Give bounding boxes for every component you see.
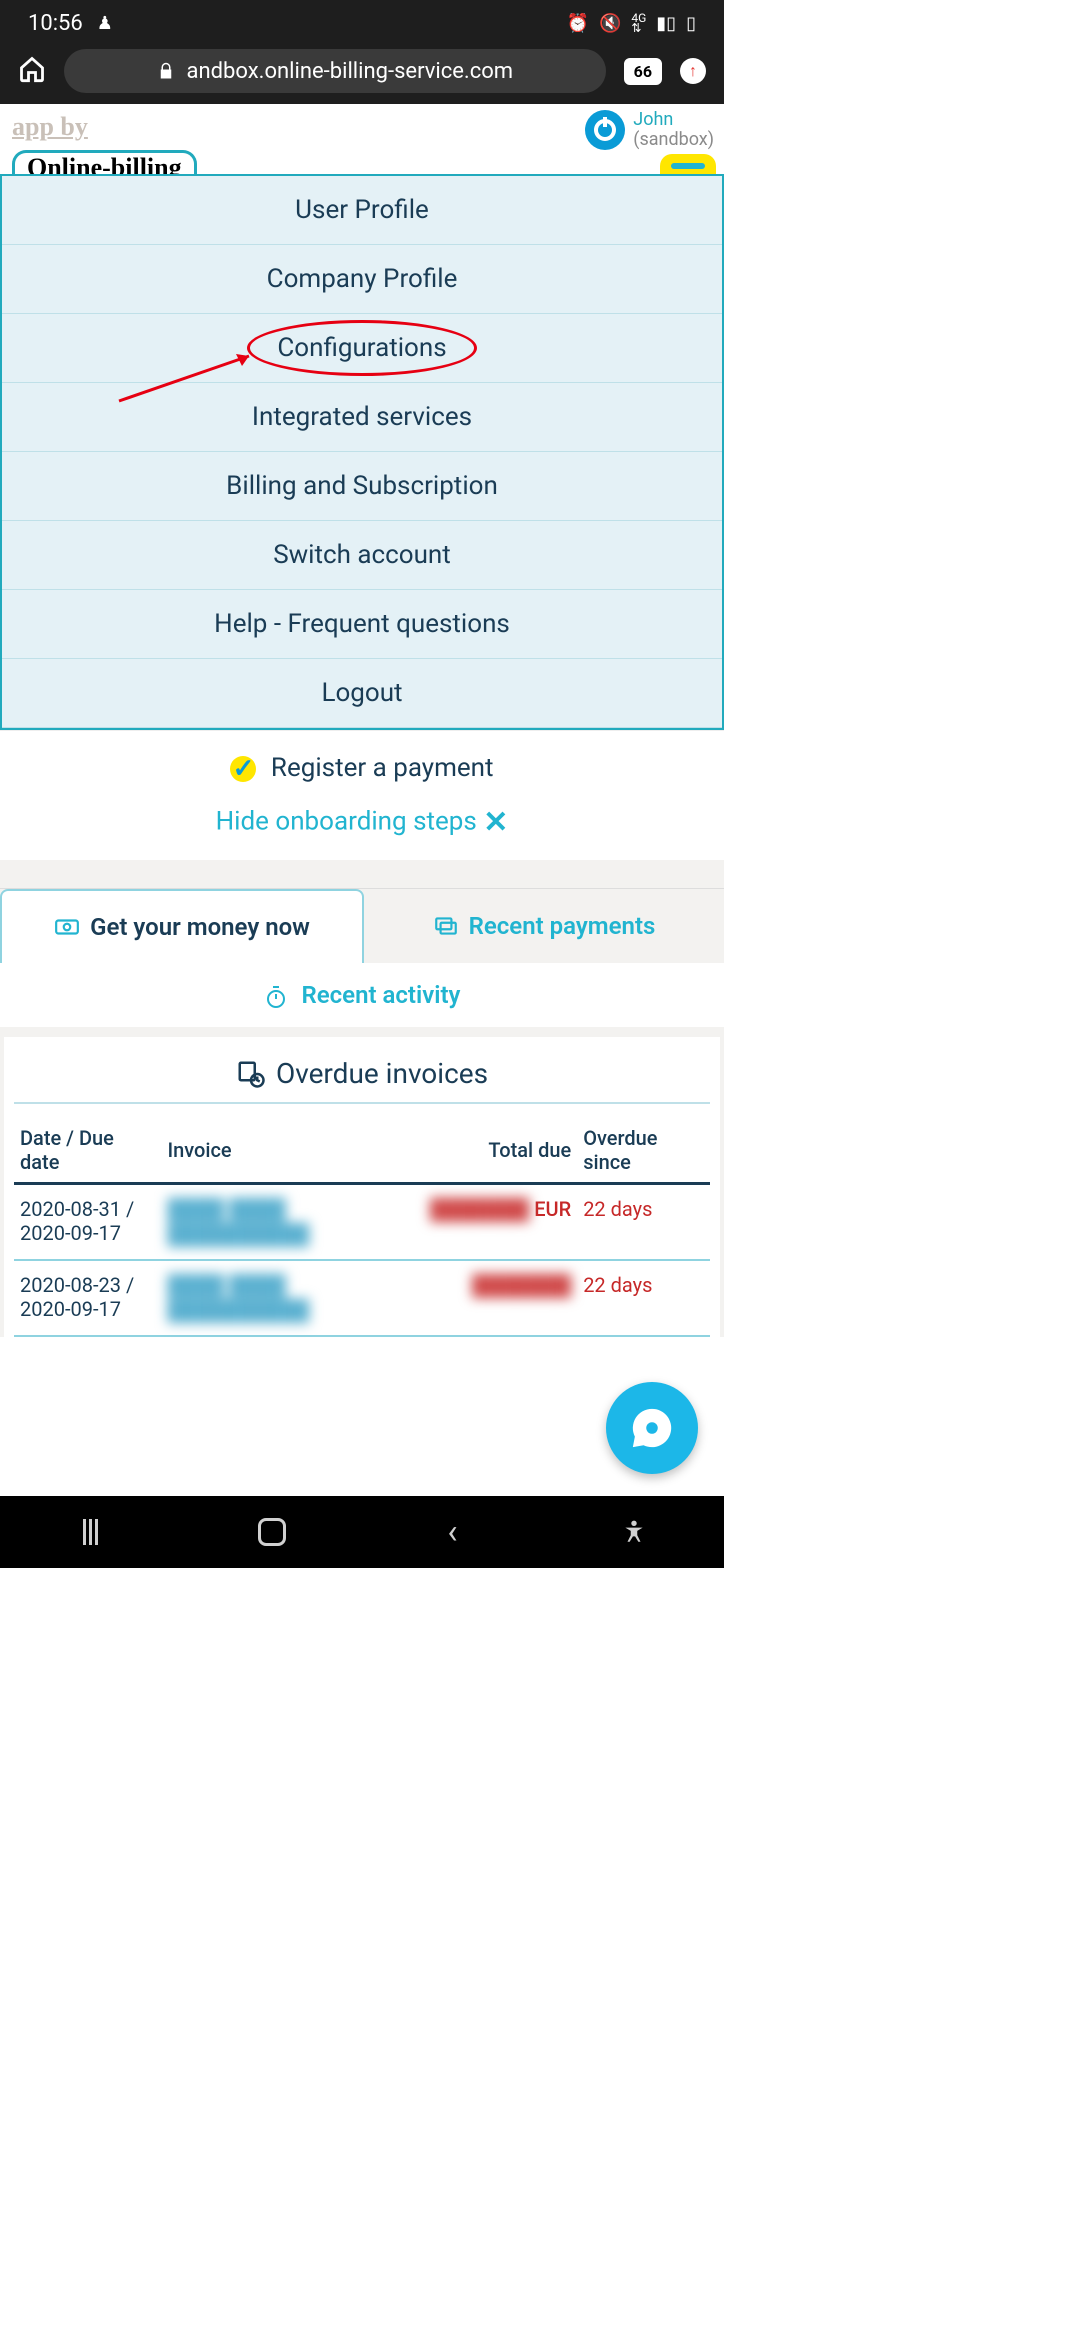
signal-icon: ▮▯ bbox=[656, 13, 676, 34]
power-icon bbox=[585, 110, 625, 150]
overdue-invoices-panel: Overdue invoices Date / Due date Invoice… bbox=[4, 1037, 720, 1337]
home-icon[interactable] bbox=[18, 55, 46, 87]
dashboard-tabs: Get your money now Recent payments bbox=[0, 888, 724, 963]
network-type-icon: 4G⇅ bbox=[631, 13, 646, 33]
android-status-bar: 10:56 ♟ ⏰ 🔇 4G⇅ ▮▯ ▯ bbox=[0, 0, 724, 46]
stopwatch-icon bbox=[264, 985, 288, 1009]
overdue-table: Date / Due date Invoice Total due Overdu… bbox=[14, 1116, 710, 1337]
nav-recents-button[interactable] bbox=[73, 1514, 109, 1550]
th-date[interactable]: Date / Due date bbox=[14, 1116, 161, 1184]
update-icon[interactable]: ↑ bbox=[680, 58, 706, 84]
menu-configurations[interactable]: Configurations bbox=[2, 314, 722, 383]
nav-accessibility-button[interactable] bbox=[616, 1514, 652, 1550]
user-name: John bbox=[633, 110, 714, 130]
menu-help-faq[interactable]: Help - Frequent questions bbox=[2, 590, 722, 659]
nav-home-button[interactable] bbox=[254, 1514, 290, 1550]
alarm-icon: ⏰ bbox=[567, 13, 589, 34]
th-since[interactable]: Overdue since bbox=[577, 1116, 710, 1184]
invoices-icon bbox=[236, 1059, 266, 1089]
app-notification-icon: ♟ bbox=[97, 13, 113, 34]
menu-logout[interactable]: Logout bbox=[2, 659, 722, 728]
user-env: (sandbox) bbox=[633, 130, 714, 150]
table-row[interactable]: 2020-08-23 /2020-09-17 ████ ████ ███████… bbox=[14, 1260, 710, 1336]
th-total[interactable]: Total due bbox=[424, 1116, 577, 1184]
mute-icon: 🔇 bbox=[599, 13, 621, 34]
status-time: 10:56 bbox=[28, 11, 83, 36]
url-bar[interactable]: andbox.online-billing-service.com bbox=[64, 49, 606, 93]
close-icon: ✕ bbox=[483, 805, 508, 840]
page-header: app by Online-billing John (sandbox) bbox=[0, 104, 724, 174]
menu-integrated-services[interactable]: Integrated services bbox=[2, 383, 722, 452]
url-text: andbox.online-billing-service.com bbox=[187, 59, 514, 84]
lock-icon bbox=[157, 62, 175, 80]
money-icon bbox=[54, 914, 80, 940]
page-body: ✓ Register a payment Hide onboarding ste… bbox=[0, 730, 724, 1337]
nav-back-button[interactable]: ‹ bbox=[435, 1514, 471, 1550]
user-dropdown-menu: User Profile Company Profile Configurati… bbox=[0, 174, 724, 730]
chat-fab[interactable] bbox=[606, 1382, 698, 1474]
menu-company-profile[interactable]: Company Profile bbox=[2, 245, 722, 314]
battery-icon: ▯ bbox=[686, 13, 696, 34]
tab-recent-activity[interactable]: Recent activity bbox=[0, 963, 724, 1027]
menu-switch-account[interactable]: Switch account bbox=[2, 521, 722, 590]
user-menu-trigger[interactable]: John (sandbox) bbox=[585, 110, 714, 150]
overdue-title: Overdue invoices bbox=[14, 1047, 710, 1104]
tab-recent-payments[interactable]: Recent payments bbox=[364, 889, 724, 963]
onboarding-register-payment[interactable]: ✓ Register a payment bbox=[0, 730, 724, 791]
tab-money-now[interactable]: Get your money now bbox=[0, 889, 364, 963]
payments-icon bbox=[433, 913, 459, 939]
check-icon: ✓ bbox=[230, 756, 256, 782]
hide-onboarding-link[interactable]: Hide onboarding steps ✕ bbox=[0, 791, 724, 860]
menu-user-profile[interactable]: User Profile bbox=[2, 176, 722, 245]
menu-billing-subscription[interactable]: Billing and Subscription bbox=[2, 452, 722, 521]
android-nav-bar: ‹ bbox=[0, 1496, 724, 1568]
browser-toolbar: andbox.online-billing-service.com 66 ↑ bbox=[0, 46, 724, 104]
th-invoice[interactable]: Invoice bbox=[161, 1116, 424, 1184]
chat-icon bbox=[629, 1405, 675, 1451]
table-row[interactable]: 2020-08-31 /2020-09-17 ████ ████ ███████… bbox=[14, 1184, 710, 1261]
tabs-button[interactable]: 66 bbox=[624, 58, 662, 85]
